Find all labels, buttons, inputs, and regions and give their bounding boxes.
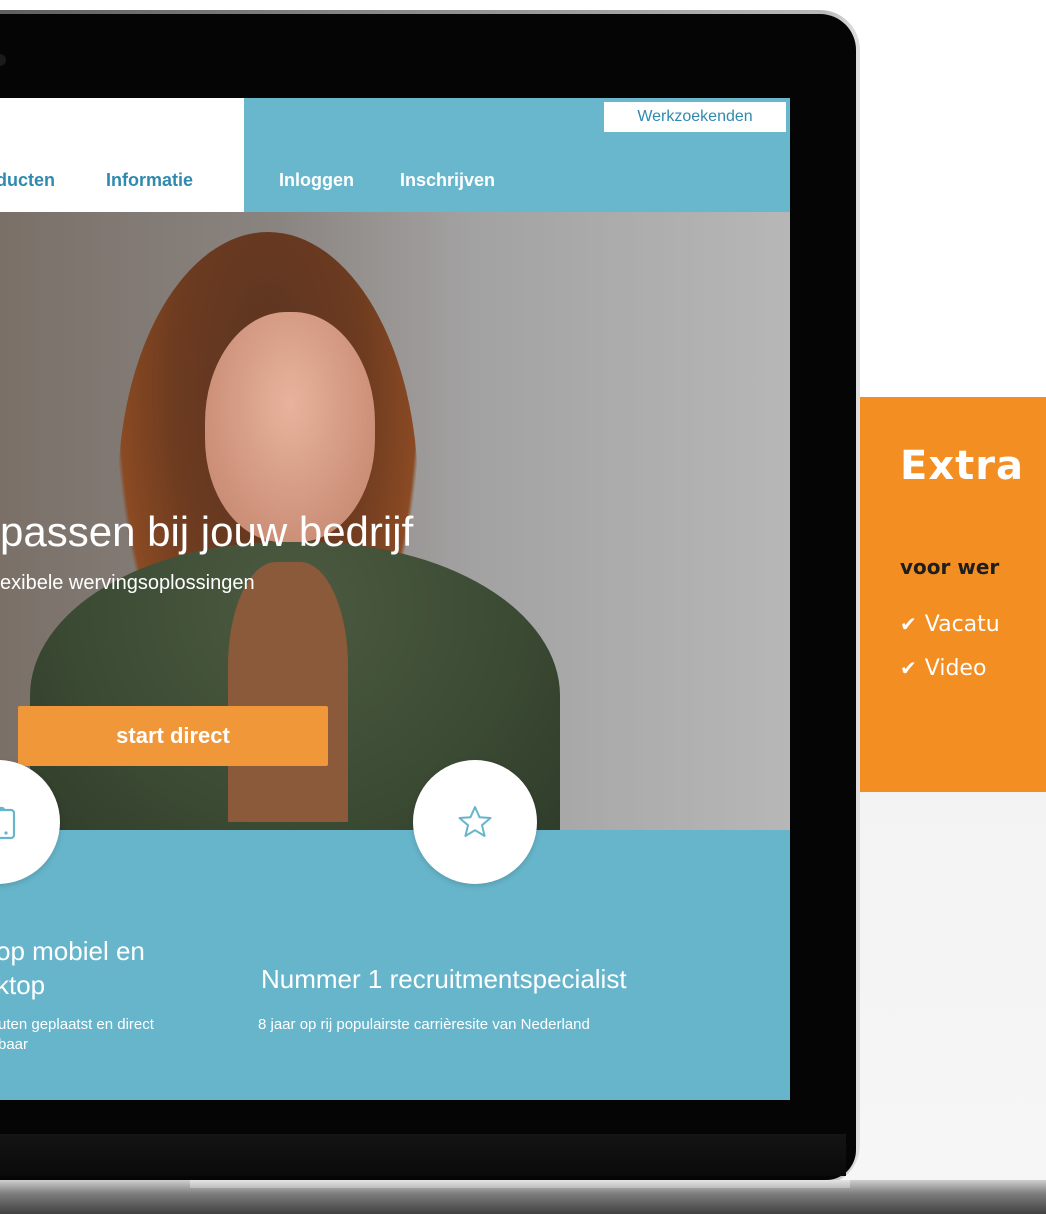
features-band: op mobiel en ktop uten geplaatst en dire… — [0, 760, 790, 1100]
laptop-hinge — [190, 1180, 850, 1188]
hero-subtitle: exibele wervingsoplossingen — [0, 572, 255, 594]
promo-list-item: ✔ Video — [900, 646, 1000, 690]
nav-link-inloggen[interactable]: Inloggen — [279, 170, 354, 191]
promo-list-item-label: Video — [924, 655, 987, 681]
hero-photo-shirt — [228, 562, 348, 822]
nav-link-inschrijven[interactable]: Inschrijven — [400, 170, 495, 191]
feature-title: op mobiel en — [0, 936, 145, 966]
feature-description: 8 jaar op rij populairste carrièresite v… — [258, 1016, 590, 1033]
feature-description: baar — [0, 1036, 29, 1053]
start-direct-button[interactable]: start direct — [18, 706, 328, 766]
promo-list: ✔ Vacatu ✔ Video — [900, 602, 1000, 690]
promo-list-item-label: Vacatu — [924, 611, 1000, 637]
feature-icon-circle — [413, 760, 537, 884]
feature-title: ktop — [0, 970, 46, 1000]
hero-title: passen bij jouw bedrijf — [0, 508, 414, 555]
nav-left: ducten Informatie — [0, 98, 244, 212]
hero-section: passen bij jouw bedrijf exibele wervings… — [0, 212, 790, 830]
star-icon — [458, 806, 492, 837]
nav-link-informatie[interactable]: Informatie — [106, 170, 193, 191]
promo-list-item: ✔ Vacatu — [900, 602, 1000, 646]
feature-description: uten geplaatst en direct — [0, 1016, 154, 1033]
laptop-chin — [0, 1134, 846, 1176]
werkzoekenden-button[interactable]: Werkzoekenden — [604, 102, 786, 132]
devices-icon — [0, 806, 16, 840]
feature-title: Nummer 1 recruitmentspecialist — [261, 964, 627, 994]
promo-subtitle: voor wer — [900, 555, 1000, 579]
laptop-screen: ducten Informatie Inloggen Inschrijven W… — [0, 98, 790, 1100]
nav-link-producten[interactable]: ducten — [0, 170, 55, 191]
check-icon: ✔ — [900, 612, 917, 636]
check-icon: ✔ — [900, 656, 917, 680]
promo-title: Extra — [900, 443, 1024, 489]
